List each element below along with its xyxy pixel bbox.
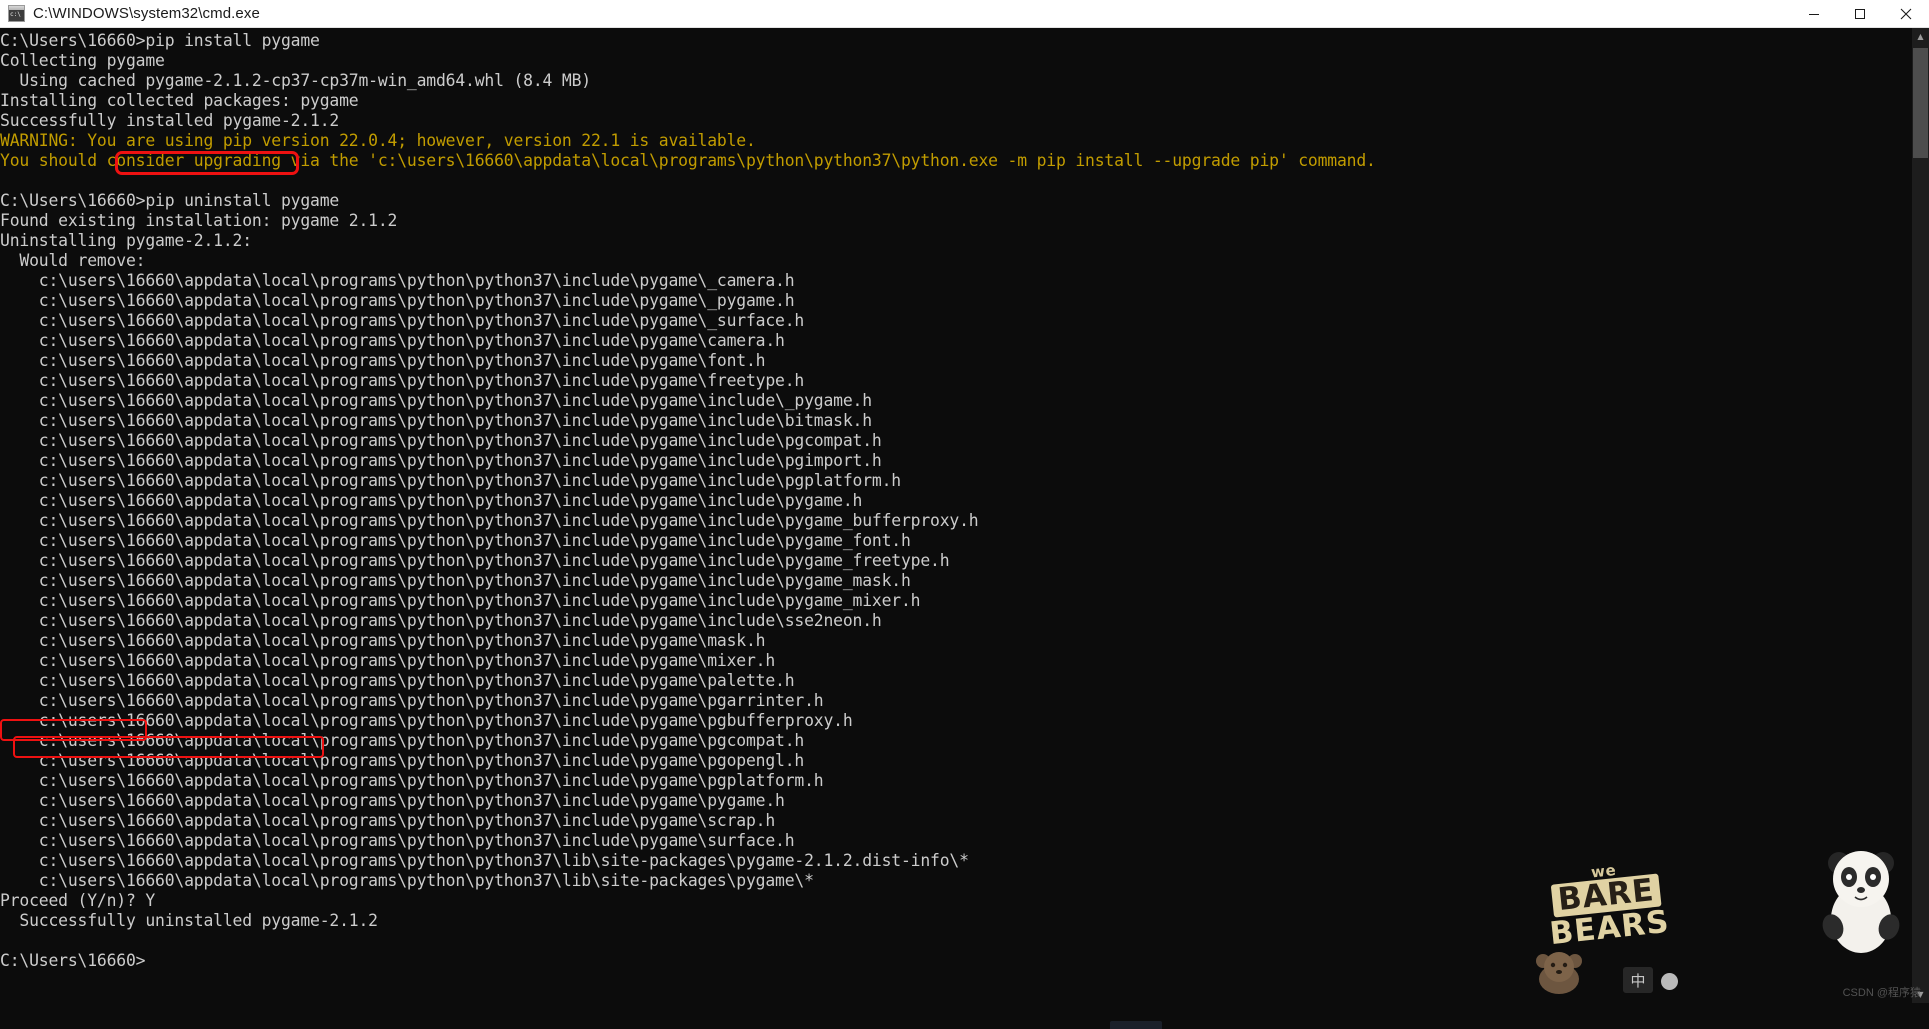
terminal-line: Collecting pygame	[0, 51, 165, 70]
terminal-line: c:\users\16660\appdata\local\programs\py…	[0, 451, 882, 470]
scroll-down-arrow-icon[interactable]: ▼	[1912, 986, 1929, 1003]
terminal-line: Found existing installation: pygame 2.1.…	[0, 211, 398, 230]
scroll-up-arrow-icon[interactable]: ▲	[1912, 28, 1929, 45]
terminal-line: c:\users\16660\appdata\local\programs\py…	[0, 771, 824, 790]
terminal-line: c:\users\16660\appdata\local\programs\py…	[0, 471, 901, 490]
terminal-line: c:\users\16660\appdata\local\programs\py…	[0, 811, 776, 830]
terminal-line: Would remove:	[0, 251, 146, 270]
minimize-button[interactable]	[1791, 0, 1837, 28]
terminal-line: c:\users\16660\appdata\local\programs\py…	[0, 571, 911, 590]
close-icon	[1900, 8, 1912, 19]
scrollbar-thumb[interactable]	[1913, 48, 1928, 158]
terminal-line: c:\users\16660\appdata\local\programs\py…	[0, 831, 795, 850]
terminal-line: c:\users\16660\appdata\local\programs\py…	[0, 391, 872, 410]
terminal-line: c:\users\16660\appdata\local\programs\py…	[0, 611, 882, 630]
terminal-line: WARNING: You are using pip version 22.0.…	[0, 131, 756, 150]
terminal-line: c:\users\16660\appdata\local\programs\py…	[0, 691, 824, 710]
terminal-line: c:\users\16660\appdata\local\programs\py…	[0, 651, 776, 670]
terminal-line: C:\Users\16660>pip install pygame	[0, 31, 320, 50]
terminal-line: Successfully installed pygame-2.1.2	[0, 111, 340, 130]
terminal-line: c:\users\16660\appdata\local\programs\py…	[0, 591, 921, 610]
terminal-line: c:\users\16660\appdata\local\programs\py…	[0, 311, 805, 330]
terminal-line: Using cached pygame-2.1.2-cp37-cp37m-win…	[0, 71, 591, 90]
bottom-strip	[0, 1003, 1929, 1029]
terminal-line: c:\users\16660\appdata\local\programs\py…	[0, 431, 882, 450]
window-title: C:\WINDOWS\system32\cmd.exe	[33, 5, 260, 22]
cmd-window: C:\WINDOWS\system32\cmd.exe C:\Users\166…	[0, 0, 1929, 1029]
terminal-line: c:\users\16660\appdata\local\programs\py…	[0, 711, 853, 730]
vertical-scrollbar[interactable]: ▲ ▼	[1912, 28, 1929, 1003]
terminal-line: Proceed (Y/n)? Y	[0, 891, 156, 910]
terminal-line: C:\Users\16660>pip uninstall pygame	[0, 191, 340, 210]
terminal-line: c:\users\16660\appdata\local\programs\py…	[0, 271, 795, 290]
terminal-line: c:\users\16660\appdata\local\programs\py…	[0, 871, 814, 890]
title-bar[interactable]: C:\WINDOWS\system32\cmd.exe	[0, 0, 1929, 28]
terminal-line: c:\users\16660\appdata\local\programs\py…	[0, 491, 863, 510]
maximize-button[interactable]	[1837, 0, 1883, 28]
terminal-line: You should consider upgrading via the 'c…	[0, 151, 1376, 170]
terminal-line-list: C:\Users\16660>pip install pygame Collect…	[0, 28, 1376, 971]
terminal-line: c:\users\16660\appdata\local\programs\py…	[0, 751, 805, 770]
terminal-line: c:\users\16660\appdata\local\programs\py…	[0, 671, 795, 690]
terminal-line: Uninstalling pygame-2.1.2:	[0, 231, 252, 250]
terminal-line: c:\users\16660\appdata\local\programs\py…	[0, 411, 872, 430]
close-button[interactable]	[1883, 0, 1929, 28]
terminal-line: c:\users\16660\appdata\local\programs\py…	[0, 291, 795, 310]
terminal-line: Successfully uninstalled pygame-2.1.2	[0, 911, 378, 930]
terminal-line: c:\users\16660\appdata\local\programs\py…	[0, 531, 911, 550]
terminal-line: c:\users\16660\appdata\local\programs\py…	[0, 351, 766, 370]
maximize-icon	[1855, 8, 1865, 19]
terminal-line: c:\users\16660\appdata\local\programs\py…	[0, 551, 950, 570]
minimize-icon	[1809, 13, 1819, 15]
terminal-line: c:\users\16660\appdata\local\programs\py…	[0, 791, 785, 810]
terminal-line: c:\users\16660\appdata\local\programs\py…	[0, 371, 805, 390]
terminal-line: C:\Users\16660>	[0, 951, 146, 970]
taskbar-sliver[interactable]	[1110, 1021, 1162, 1029]
terminal-line: c:\users\16660\appdata\local\programs\py…	[0, 631, 766, 650]
terminal-line: Installing collected packages: pygame	[0, 91, 359, 110]
terminal-line: c:\users\16660\appdata\local\programs\py…	[0, 511, 979, 530]
console-output-area[interactable]: C:\Users\16660>pip install pygame Collect…	[0, 28, 1929, 1003]
terminal-line: c:\users\16660\appdata\local\programs\py…	[0, 331, 785, 350]
terminal-line: c:\users\16660\appdata\local\programs\py…	[0, 731, 805, 750]
terminal-line: c:\users\16660\appdata\local\programs\py…	[0, 851, 969, 870]
cmd-icon	[8, 5, 25, 22]
